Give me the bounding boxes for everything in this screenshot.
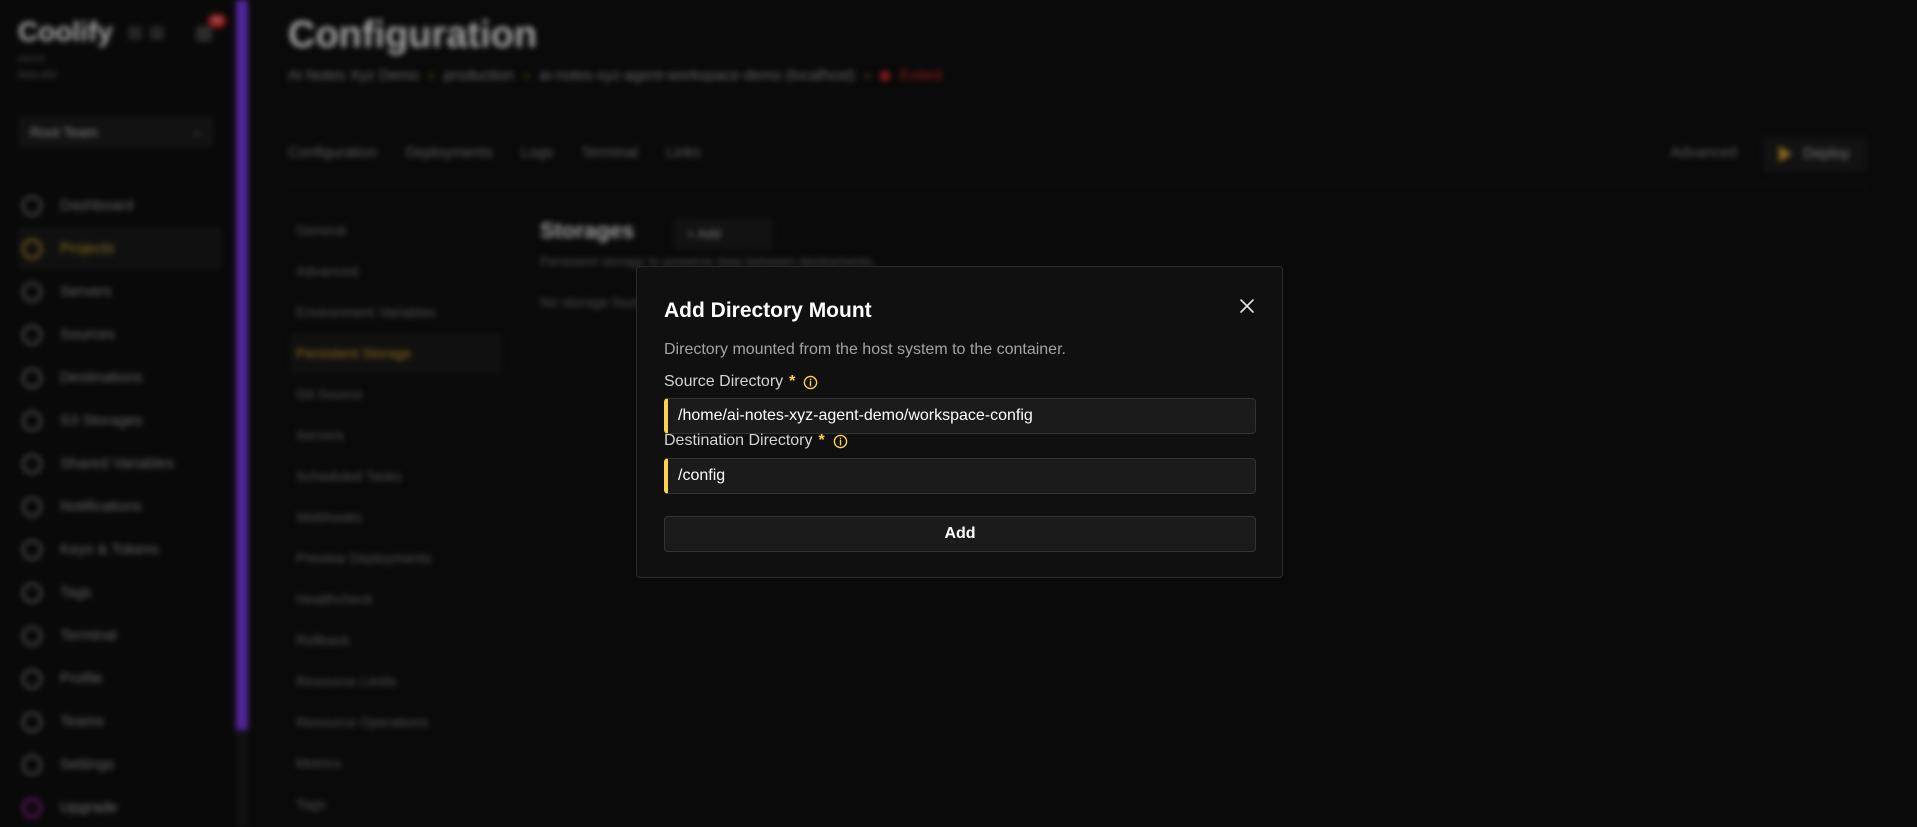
destination-directory-input[interactable]	[664, 458, 1256, 494]
destination-directory-label-text: Destination Directory	[664, 432, 813, 449]
info-icon[interactable]	[833, 434, 848, 449]
source-directory-input[interactable]	[664, 398, 1256, 434]
required-asterisk: *	[789, 373, 796, 390]
required-asterisk: *	[818, 432, 825, 449]
close-icon-svg	[1240, 299, 1254, 313]
modal-description: Directory mounted from the host system t…	[664, 341, 1066, 358]
destination-directory-label: Destination Directory *	[664, 432, 848, 450]
info-icon[interactable]	[803, 375, 818, 390]
info-icon-svg	[833, 434, 848, 448]
modal-title: Add Directory Mount	[664, 299, 872, 322]
add-button[interactable]: Add	[664, 516, 1256, 552]
info-icon-svg	[804, 375, 818, 389]
source-directory-label-text: Source Directory	[664, 373, 784, 390]
source-directory-label: Source Directory *	[664, 373, 818, 391]
close-icon[interactable]	[1236, 295, 1258, 317]
add-directory-mount-modal: Add Directory Mount Directory mounted fr…	[636, 266, 1283, 578]
